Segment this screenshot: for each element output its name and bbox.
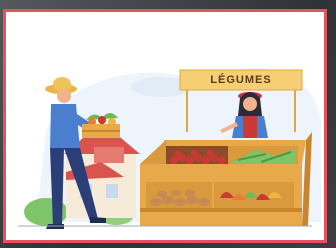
market-stall-icon <box>140 132 312 226</box>
market-illustration <box>18 67 321 229</box>
stall-sign-label: LÉGUMES <box>210 74 272 86</box>
illustration-card: LÉGUMES <box>3 9 327 243</box>
